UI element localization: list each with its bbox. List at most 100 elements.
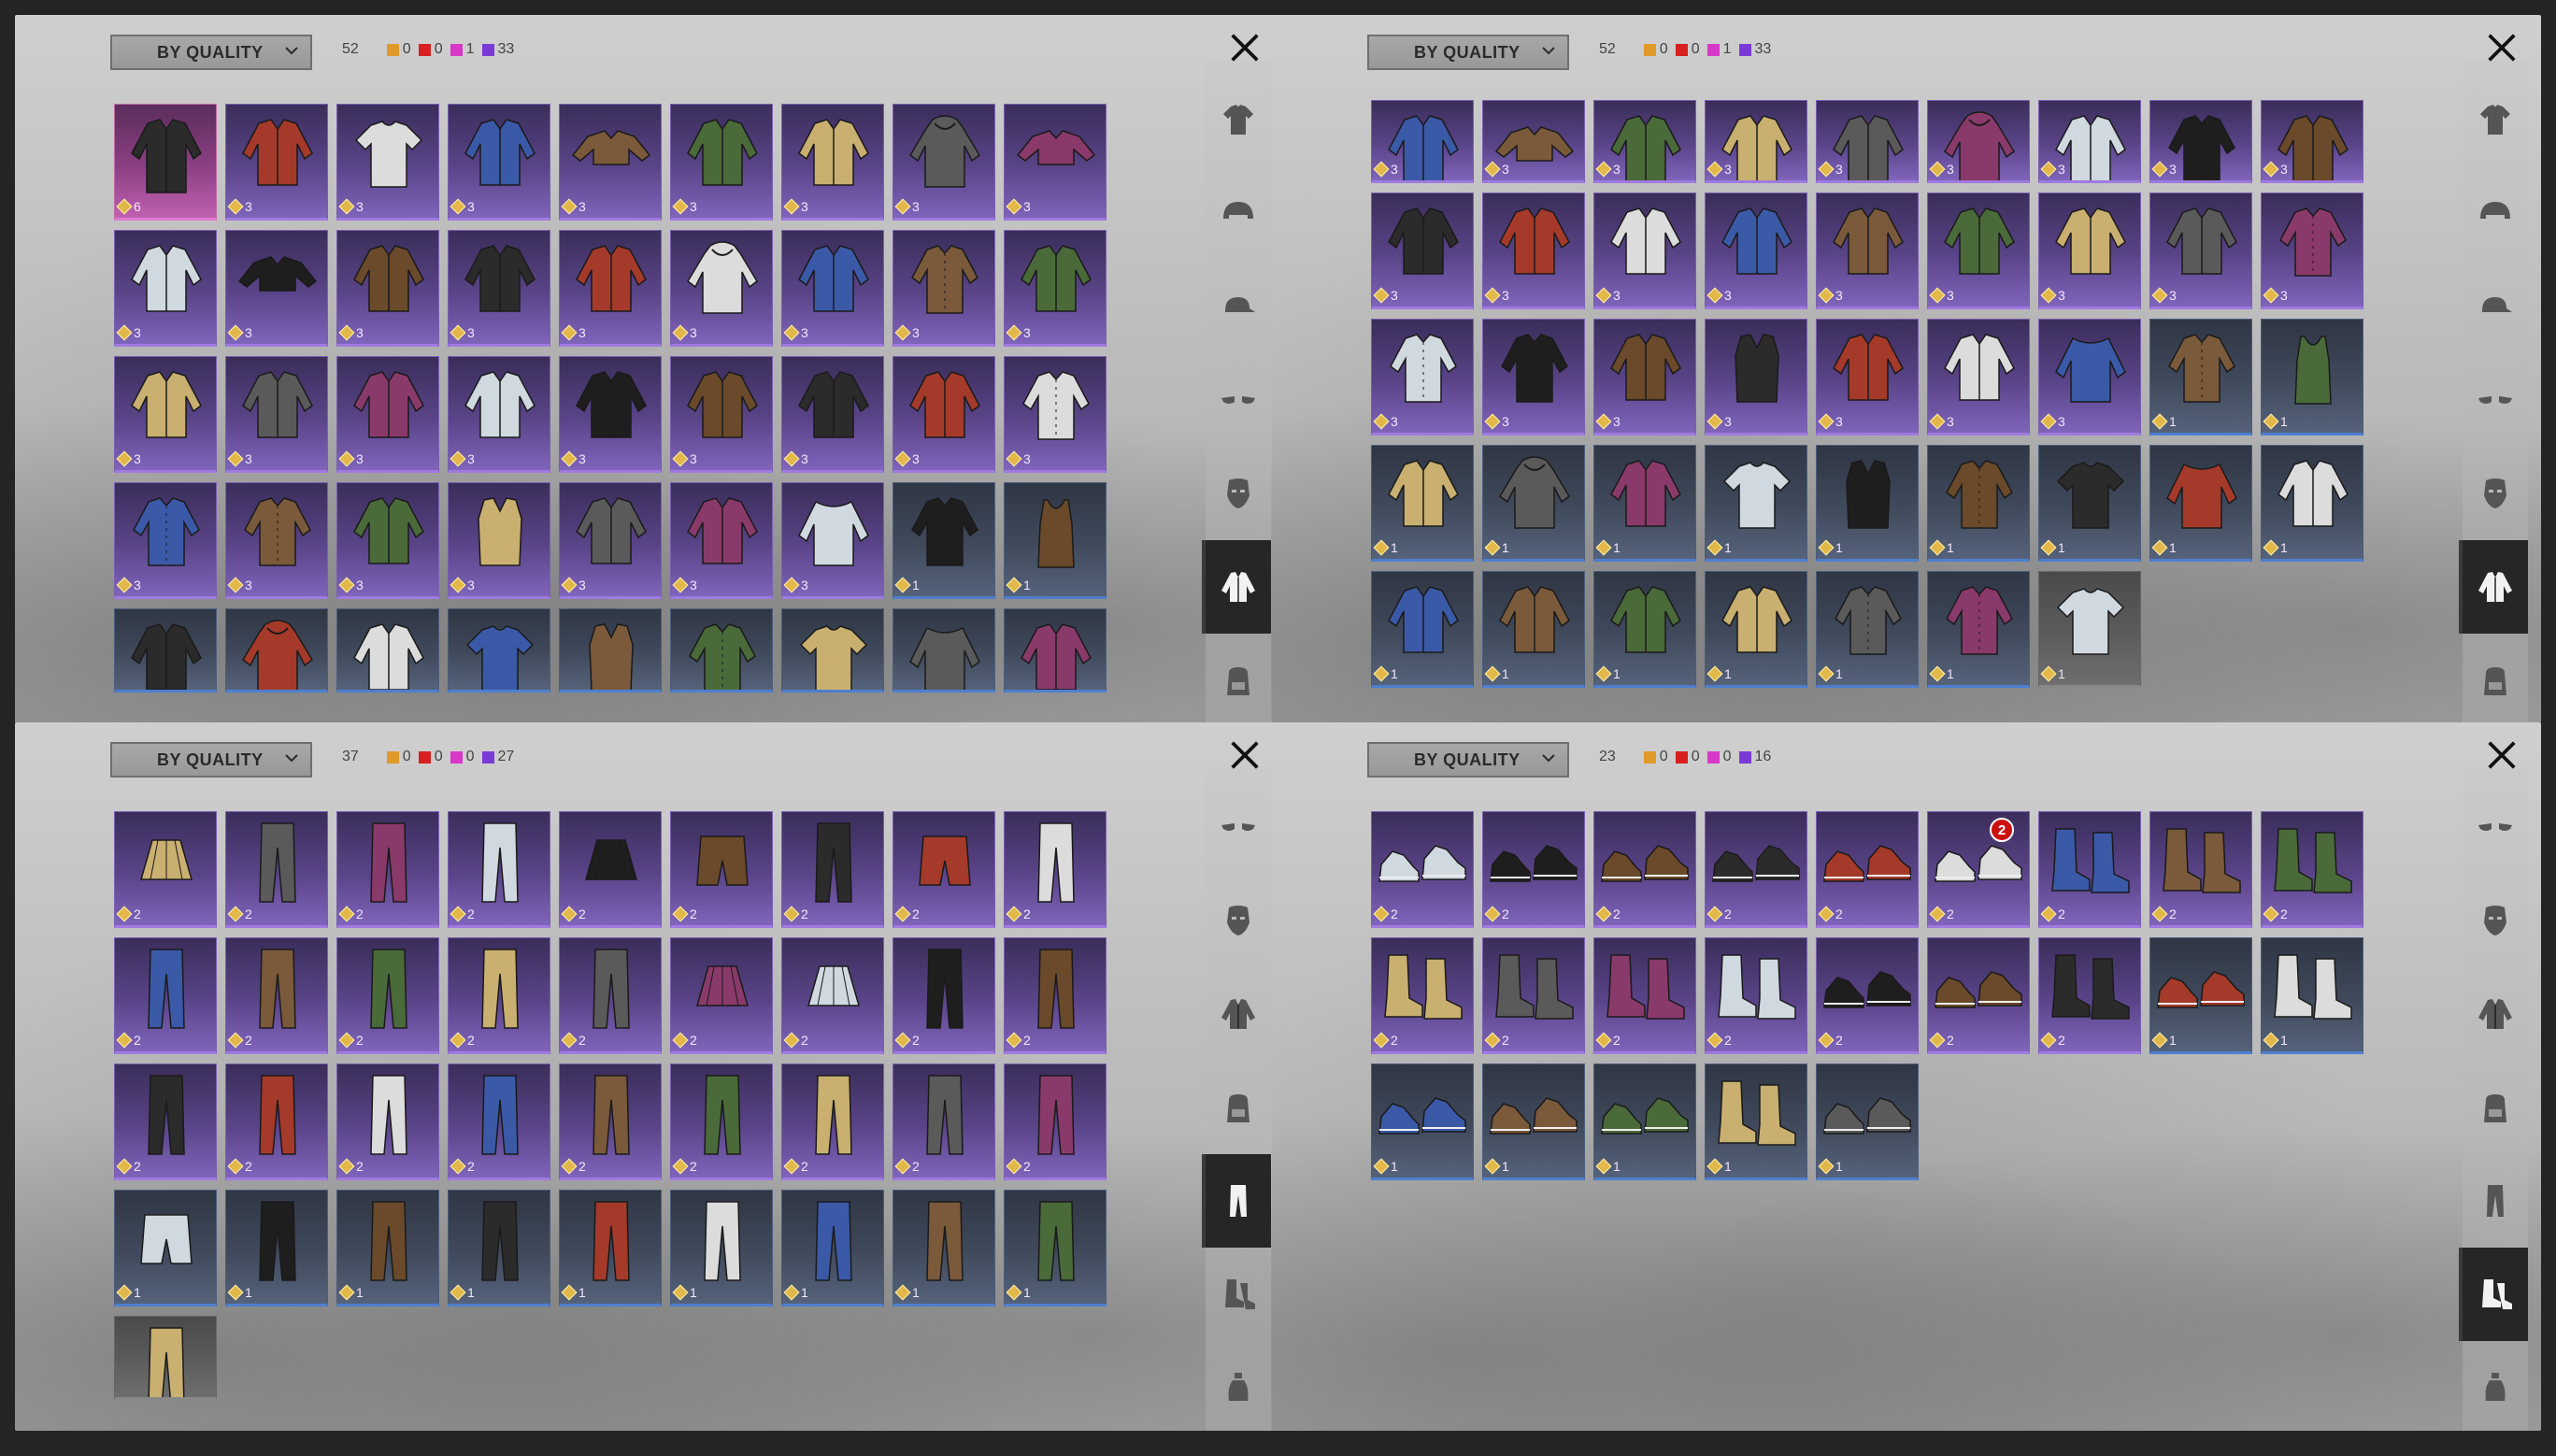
category-tab-helmet[interactable] <box>1206 166 1271 260</box>
item-tile[interactable]: 2 <box>781 811 884 928</box>
item-tile[interactable]: 2 <box>1004 1063 1107 1180</box>
item-tile[interactable]: 3 <box>1593 319 1696 435</box>
item-tile[interactable]: 3 <box>892 356 995 473</box>
category-tab-boots[interactable] <box>2459 1248 2528 1341</box>
item-tile[interactable]: 2 <box>781 937 884 1054</box>
item-tile[interactable]: 3 <box>1482 193 1585 309</box>
item-tile[interactable]: 2 <box>892 937 995 1054</box>
item-tile[interactable]: 1 <box>2038 571 2141 688</box>
item-tile[interactable]: 3 <box>670 482 773 599</box>
item-tile[interactable] <box>114 608 217 692</box>
item-tile[interactable]: 2 <box>1371 937 1474 1054</box>
category-tab-boots[interactable] <box>1206 1248 1271 1341</box>
item-tile[interactable]: 3 <box>670 230 773 347</box>
item-tile[interactable]: 3 <box>2149 193 2252 309</box>
item-tile[interactable]: 3 <box>114 482 217 599</box>
item-tile[interactable]: 3 <box>892 230 995 347</box>
item-tile[interactable] <box>559 608 662 692</box>
item-tile[interactable]: 3 <box>781 482 884 599</box>
item-tile[interactable]: 3 <box>448 104 550 221</box>
item-tile[interactable]: 1 <box>1816 445 1919 562</box>
item-tile[interactable]: 1 <box>670 1190 773 1306</box>
item-tile[interactable]: 1 <box>1705 445 1807 562</box>
item-tile[interactable] <box>1004 608 1107 692</box>
category-tab-mask[interactable] <box>2463 874 2528 967</box>
item-tile[interactable]: 2 <box>336 1063 439 1180</box>
sort-dropdown[interactable]: BY QUALITY <box>1367 35 1569 70</box>
item-tile[interactable]: 1 <box>2261 937 2363 1054</box>
item-tile[interactable]: 3 <box>1004 230 1107 347</box>
item-tile[interactable]: 3 <box>670 356 773 473</box>
item-tile[interactable]: 2 <box>114 811 217 928</box>
item-tile[interactable] <box>892 608 995 692</box>
item-tile[interactable]: 2 <box>1371 811 1474 928</box>
category-tab-glasses[interactable] <box>1206 353 1271 447</box>
item-tile[interactable]: 3 <box>1705 100 1807 183</box>
item-tile[interactable]: 1 <box>892 482 995 599</box>
item-tile[interactable]: 2 <box>225 937 328 1054</box>
category-tab-mask[interactable] <box>2463 447 2528 540</box>
item-tile[interactable]: 3 <box>114 230 217 347</box>
item-tile[interactable]: 1 <box>336 1190 439 1306</box>
item-tile[interactable]: 1 <box>2149 937 2252 1054</box>
item-tile[interactable]: 2 <box>336 811 439 928</box>
sort-dropdown[interactable]: BY QUALITY <box>1367 742 1569 778</box>
category-tab-backpack[interactable] <box>1206 1061 1271 1154</box>
item-tile[interactable]: 3 <box>559 104 662 221</box>
item-tile[interactable]: 3 <box>2038 193 2141 309</box>
item-tile[interactable] <box>781 608 884 692</box>
item-tile[interactable]: 3 <box>1816 193 1919 309</box>
item-tile[interactable]: 3 <box>1816 100 1919 183</box>
category-tab-backpack[interactable] <box>1206 634 1271 723</box>
item-tile[interactable]: 3 <box>781 356 884 473</box>
item-tile[interactable]: 3 <box>1705 193 1807 309</box>
item-tile[interactable]: 3 <box>559 356 662 473</box>
item-tile[interactable]: 2 <box>1927 937 2030 1054</box>
item-tile[interactable]: 2 <box>559 1063 662 1180</box>
item-tile[interactable]: 1 <box>1705 1063 1807 1180</box>
category-tab-backpack[interactable] <box>2463 634 2528 723</box>
item-tile[interactable]: 2 <box>2149 811 2252 928</box>
item-tile[interactable]: 2 <box>2038 937 2141 1054</box>
item-tile[interactable]: 3 <box>1927 319 2030 435</box>
item-tile[interactable]: 3 <box>670 104 773 221</box>
item-tile[interactable]: 3 <box>448 482 550 599</box>
item-tile[interactable]: 1 <box>1371 445 1474 562</box>
item-tile[interactable]: 2 <box>114 1063 217 1180</box>
item-tile[interactable]: 22 <box>1927 811 2030 928</box>
category-tab-helmet[interactable] <box>2463 166 2528 260</box>
item-tile[interactable]: 2 <box>1705 811 1807 928</box>
category-tab-glasses[interactable] <box>2463 353 2528 447</box>
category-tab-mask[interactable] <box>1206 447 1271 540</box>
item-tile[interactable]: 2 <box>336 937 439 1054</box>
item-tile[interactable]: 3 <box>225 104 328 221</box>
item-tile[interactable]: 3 <box>2038 319 2141 435</box>
item-tile[interactable]: 1 <box>2149 445 2252 562</box>
item-tile[interactable]: 1 <box>1371 1063 1474 1180</box>
item-tile[interactable]: 2 <box>670 937 773 1054</box>
item-tile[interactable]: 3 <box>448 356 550 473</box>
category-tab-mask[interactable] <box>1206 874 1271 967</box>
item-tile[interactable]: 3 <box>336 230 439 347</box>
item-tile[interactable]: 1 <box>1593 1063 1696 1180</box>
item-tile[interactable]: 2 <box>225 811 328 928</box>
item-tile[interactable]: 3 <box>1371 319 1474 435</box>
sort-dropdown[interactable]: BY QUALITY <box>110 742 312 778</box>
item-tile[interactable]: 6 <box>114 104 217 221</box>
category-tab-pants[interactable] <box>1202 1154 1271 1248</box>
item-tile[interactable]: 2 <box>781 1063 884 1180</box>
item-tile[interactable]: 3 <box>559 230 662 347</box>
item-tile[interactable]: 1 <box>1593 445 1696 562</box>
item-tile[interactable]: 1 <box>2261 445 2363 562</box>
item-tile[interactable]: 2 <box>225 1063 328 1180</box>
category-tab-bottle[interactable] <box>1206 1341 1271 1431</box>
item-tile[interactable]: 3 <box>2149 100 2252 183</box>
category-tab-jacket[interactable] <box>2463 967 2528 1061</box>
item-tile[interactable]: 1 <box>1482 1063 1585 1180</box>
item-tile[interactable]: 3 <box>1004 104 1107 221</box>
item-tile[interactable] <box>336 608 439 692</box>
item-tile[interactable]: 1 <box>1593 571 1696 688</box>
item-tile[interactable]: 2 <box>670 811 773 928</box>
item-tile[interactable]: 3 <box>225 230 328 347</box>
item-tile[interactable]: 2 <box>2261 811 2363 928</box>
